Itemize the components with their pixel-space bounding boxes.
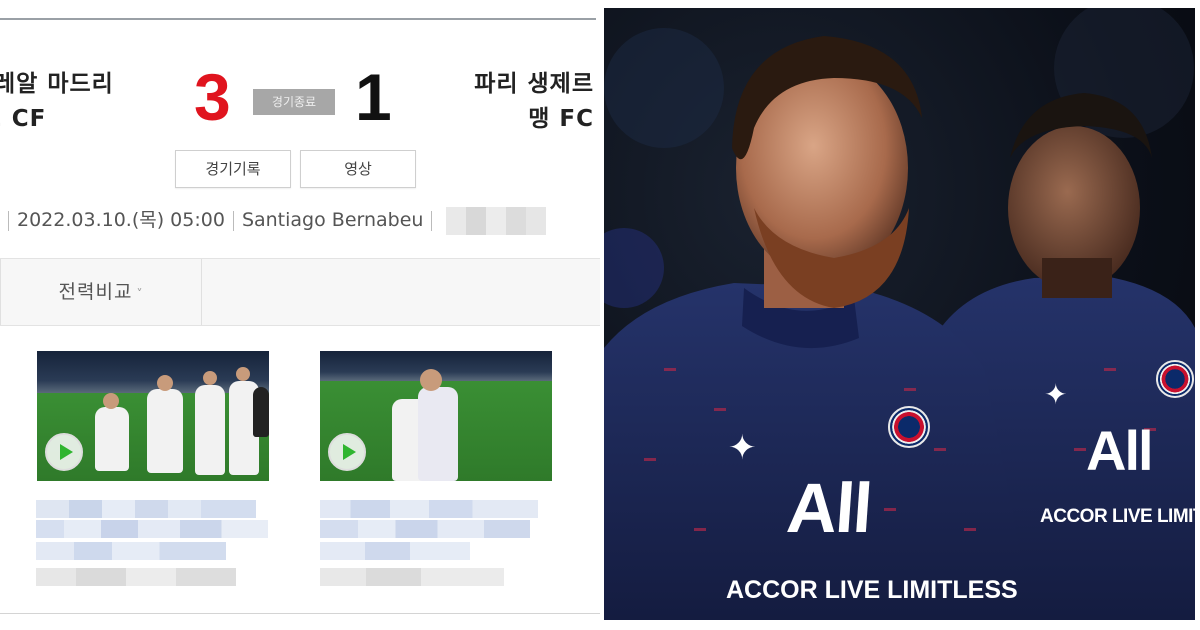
match-info-row: 2022.03.10.(목) 05:00 Santiago Bernabeu [0,203,600,237]
player-figure [418,387,458,481]
info-separator [232,210,234,231]
info-separator [8,210,9,231]
home-team-suffix[interactable]: E CF [0,103,46,135]
match-status-badge: 경기종료 [253,89,335,115]
player-figure [195,385,225,475]
match-score-panel: 레알 마드리 E CF 3 경기종료 1 파리 생제르 맹 FC 경기기록 영상… [0,0,600,630]
sponsor-logo-back: All [1086,419,1154,482]
match-venue: Santiago Bernabeu [241,209,424,231]
back-player-neck [1042,258,1112,298]
video-button[interactable]: 영상 [300,150,416,188]
blurred-info [446,206,547,235]
player-figure [95,407,129,471]
away-team-name[interactable]: 파리 생제르 [474,68,594,100]
player-head [103,393,119,409]
player-head [236,367,250,381]
video-thumbnail[interactable] [37,351,269,481]
video-thumbnail[interactable] [320,351,552,481]
home-score: 3 [194,60,231,134]
sponsor-text: ACCOR LIVE LIMITLESS [726,576,1018,604]
referee-figure [253,387,269,437]
jordan-logo-icon: ✦ [1044,378,1068,411]
top-divider [0,18,596,20]
tab-compare-label: 전력비교 [58,281,133,303]
players-illustration [604,8,1195,620]
player-head [203,371,217,385]
chevron-down-icon: ˅ [136,287,144,301]
tab-compare[interactable]: 전력비교 ˅ [0,259,202,325]
sponsor-text-back: ACCOR LIVE LIMIT [1040,506,1195,527]
video-caption-blurred [36,500,268,590]
player-head [420,369,442,391]
away-team-suffix[interactable]: 맹 FC [528,103,594,135]
bokeh [604,228,664,308]
info-separator [431,210,433,231]
player-photo: ✦ ✦ All ACCOR LIVE LIMITLESS All ACCOR L… [604,8,1195,620]
sponsor-logo: All [784,469,874,547]
tab-bar: 전력비교 ˅ [0,258,600,326]
play-icon[interactable] [45,433,83,471]
bottom-divider [0,613,600,614]
play-icon[interactable] [328,433,366,471]
psg-crest-icon [888,406,930,448]
match-record-button[interactable]: 경기기록 [175,150,291,188]
match-datetime: 2022.03.10.(목) 05:00 [17,209,225,231]
video-caption-blurred [320,500,552,590]
jordan-logo-icon: ✦ [728,428,757,468]
bokeh [604,28,724,148]
player-head [157,375,173,391]
player-figure [147,389,183,473]
away-score: 1 [355,60,392,134]
home-team-name[interactable]: 레알 마드리 [0,68,114,100]
psg-crest-icon [1156,360,1194,398]
